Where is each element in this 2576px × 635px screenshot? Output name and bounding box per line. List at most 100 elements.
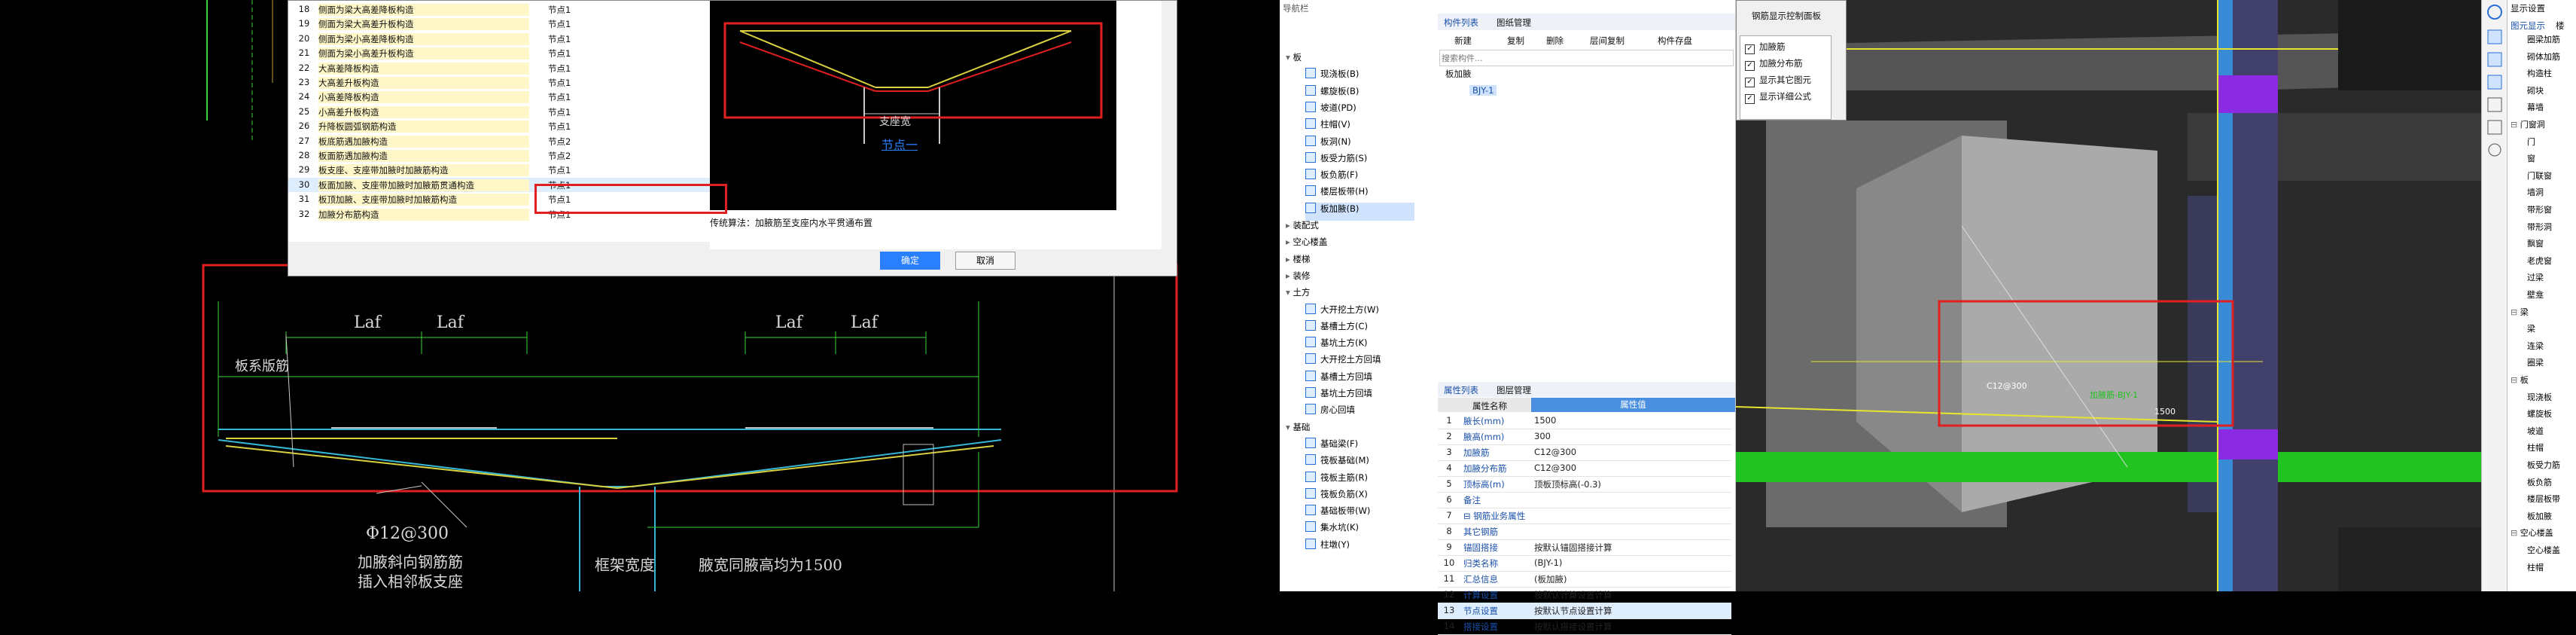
prop-row[interactable]: 12 计算设置 按默认计算设置计算 — [1438, 587, 1731, 603]
setting-row[interactable]: 28 板面筋遇加腋构造 节点2 — [288, 148, 710, 163]
display-item[interactable]: 门联窗 — [2527, 169, 2552, 188]
nav-item[interactable]: 筏板基础(M) — [1305, 454, 1369, 472]
comp-tree-item-bjy1[interactable]: BJY-1 — [1469, 85, 1497, 96]
setting-row[interactable]: 18 侧面为梁大高差降板构造 节点1 — [288, 2, 710, 17]
prop-value[interactable]: 按默认节点设置计算 — [1534, 605, 1612, 617]
checkbox-other[interactable]: ✓ 显示其它图元 — [1745, 74, 1811, 87]
nav-item[interactable]: 柱帽(V) — [1305, 118, 1350, 136]
display-item[interactable]: 梁 — [2527, 322, 2535, 340]
tab-properties[interactable]: 属性列表 — [1444, 384, 1478, 396]
setting-row[interactable]: 29 板支座、支座带加腋时加腋筋构造 节点1 — [288, 163, 710, 177]
prop-row[interactable]: 10 归类名称 (BJY-1) — [1438, 555, 1731, 572]
nav-item[interactable]: 板加腋(B) — [1305, 202, 1414, 221]
prop-value[interactable]: (板加腋) — [1534, 573, 1567, 585]
nav-group[interactable]: ▾ 基础 — [1286, 421, 1310, 439]
display-tab-elements[interactable]: 图元显示 — [2511, 20, 2545, 32]
nav-item[interactable]: 柱墩(Y) — [1305, 538, 1350, 557]
delete-button[interactable]: 删除 — [1546, 35, 1564, 47]
tab-component-list[interactable]: 构件列表 — [1444, 17, 1478, 29]
display-item[interactable]: 坡道 — [2527, 425, 2544, 443]
setting-row[interactable]: 24 小高差降板构造 节点1 — [288, 90, 710, 104]
display-item[interactable]: 门 — [2527, 136, 2535, 154]
setting-row-value[interactable]: 节点2 — [548, 150, 699, 162]
setting-row-value[interactable]: 节点1 — [548, 164, 699, 176]
setting-row[interactable]: 19 侧面为梁大高差升板构造 节点1 — [288, 17, 710, 31]
nav-item[interactable]: 筏板负筋(X) — [1305, 487, 1368, 506]
nav-item[interactable]: 基坑土方(K) — [1305, 337, 1368, 355]
comp-tree-root[interactable]: 板加腋 — [1445, 68, 1472, 80]
display-item[interactable]: 连梁 — [2527, 340, 2544, 358]
prop-row[interactable]: 3 加腋筋 C12@300 — [1438, 444, 1731, 461]
nav-group[interactable]: ▾ 土方 — [1286, 286, 1310, 304]
save-component-button[interactable]: 构件存盘 — [1658, 35, 1692, 47]
display-item[interactable]: 过梁 — [2527, 271, 2544, 289]
nav-item[interactable]: 现浇板(B) — [1305, 68, 1359, 86]
setting-row-value[interactable]: 节点1 — [548, 63, 699, 75]
collapse-icon[interactable]: ⊟ — [2511, 528, 2520, 538]
cancel-button[interactable]: 取消 — [955, 252, 1015, 270]
setting-row-value[interactable]: 节点1 — [548, 4, 699, 16]
setting-row-value[interactable]: 节点1 — [548, 91, 699, 103]
nav-item[interactable]: 基坑土方回填 — [1305, 387, 1372, 405]
collapse-icon[interactable]: ⊟ — [2511, 307, 2520, 317]
display-tab-floor[interactable]: 楼 — [2556, 20, 2565, 32]
display-item[interactable]: 砌块 — [2527, 84, 2544, 102]
display-group[interactable]: ⊟ 门窗洞 — [2511, 118, 2545, 136]
display-item[interactable]: 带形窗 — [2527, 203, 2552, 221]
display-item[interactable]: 圈梁 — [2527, 356, 2544, 374]
new-button[interactable]: 新建 — [1454, 35, 1472, 47]
nav-group[interactable]: ▸ 空心楼盖 — [1286, 236, 1327, 254]
prop-row[interactable]: 4 加腋分布筋 C12@300 — [1438, 460, 1731, 477]
display-item[interactable]: 板加腋 — [2527, 510, 2552, 528]
setting-row[interactable]: 26 升降板圆弧钢筋构造 节点1 — [288, 119, 710, 133]
copy-button[interactable]: 复制 — [1507, 35, 1524, 47]
setting-row-value[interactable]: 节点1 — [548, 33, 699, 45]
setting-row[interactable]: 22 大高差降板构造 节点1 — [288, 61, 710, 75]
prop-row[interactable]: 11 汇总信息 (板加腋) — [1438, 571, 1731, 588]
display-item[interactable]: 墙洞 — [2527, 186, 2544, 204]
display-item[interactable]: 飘窗 — [2527, 237, 2544, 255]
display-item[interactable]: 窗 — [2527, 152, 2535, 170]
nav-group[interactable]: ▸ 装修 — [1286, 270, 1310, 288]
setting-row-value[interactable]: 节点1 — [548, 18, 699, 30]
setting-row[interactable]: 20 侧面为梁小高差降板构造 节点1 — [288, 32, 710, 46]
prop-value[interactable]: 按默认搭接设置计算 — [1534, 621, 1612, 633]
checkbox-jiaye[interactable]: ✓ 加腋筋 — [1745, 41, 1786, 54]
prop-row[interactable]: 7 ⊟ 钢筋业务属性 — [1438, 508, 1731, 524]
display-group[interactable]: ⊟ 板 — [2511, 374, 2529, 392]
display-item[interactable]: 柱帽 — [2527, 441, 2544, 459]
ok-button[interactable]: 确定 — [880, 252, 940, 270]
nav-item[interactable]: 基槽土方回填 — [1305, 370, 1372, 389]
nav-item[interactable]: 筏板主筋(R) — [1305, 471, 1368, 490]
setting-row[interactable]: 21 侧面为梁小高差升板构造 节点1 — [288, 46, 710, 60]
nav-item[interactable]: 板负筋(F) — [1305, 169, 1358, 187]
component-search-input[interactable] — [1439, 50, 1734, 66]
prop-value[interactable]: C12@300 — [1534, 447, 1576, 457]
setting-row[interactable]: 25 小高差升板构造 节点1 — [288, 105, 710, 119]
display-item[interactable]: 壁龛 — [2527, 288, 2544, 307]
tab-drawing-manager[interactable]: 图纸管理 — [1497, 17, 1531, 29]
display-item[interactable]: 带形洞 — [2527, 221, 2552, 239]
nav-item[interactable]: 基础梁(F) — [1305, 437, 1358, 456]
display-item[interactable]: 老虎窗 — [2527, 255, 2552, 273]
tab-layer-manager[interactable]: 图层管理 — [1497, 384, 1531, 396]
display-item[interactable]: 柱帽 — [2527, 561, 2544, 579]
checkbox-fenbu[interactable]: ✓ 加腋分布筋 — [1745, 57, 1803, 71]
floor-copy-button[interactable]: 层间复制 — [1590, 35, 1624, 47]
prop-row[interactable]: 2 腋高(mm) 300 — [1438, 429, 1731, 445]
nav-item[interactable]: 楼层板带(H) — [1305, 185, 1369, 203]
nav-item[interactable]: 大开挖土方(W) — [1305, 303, 1379, 322]
prop-value[interactable]: (BJY-1) — [1534, 557, 1562, 568]
prop-value[interactable]: 按默认锚固搭接计算 — [1534, 542, 1612, 554]
setting-row[interactable]: 27 板底筋遇加腋构造 节点2 — [288, 134, 710, 148]
display-group[interactable]: ⊟ 空心楼盖 — [2511, 527, 2553, 545]
prop-row[interactable]: 14 搭接设置 按默认搭接设置计算 — [1438, 618, 1731, 635]
nav-group[interactable]: ▸ 装配式 — [1286, 219, 1319, 237]
nav-item[interactable]: 坡道(PD) — [1305, 101, 1357, 120]
nav-item[interactable]: 大开挖土方回填 — [1305, 353, 1381, 371]
display-item[interactable]: 板受力筋 — [2527, 459, 2560, 477]
setting-row-value[interactable]: 节点1 — [548, 121, 699, 133]
prop-value[interactable]: 1500 — [1534, 415, 1556, 426]
prop-row[interactable]: 1 腋长(mm) 1500 — [1438, 413, 1731, 429]
nav-item[interactable]: 房心回填 — [1305, 404, 1355, 422]
